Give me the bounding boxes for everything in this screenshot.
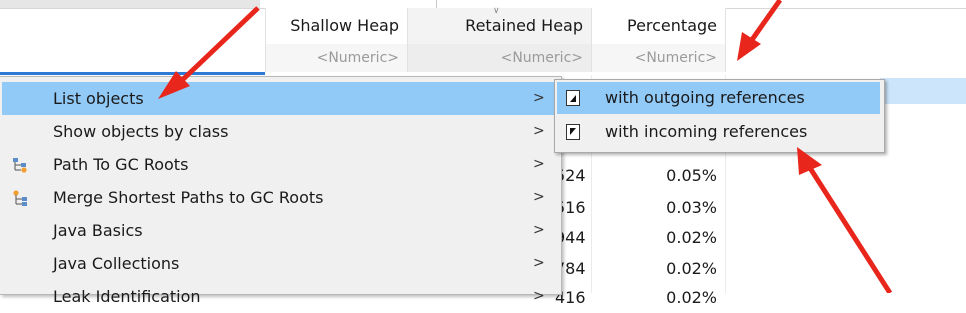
annotation-arrow-to-percentage-filter <box>737 0 783 61</box>
annotation-arrow-to-list-objects <box>158 6 260 99</box>
annotation-arrows <box>158 0 893 293</box>
annotation-arrow-to-incoming-references <box>797 147 893 293</box>
